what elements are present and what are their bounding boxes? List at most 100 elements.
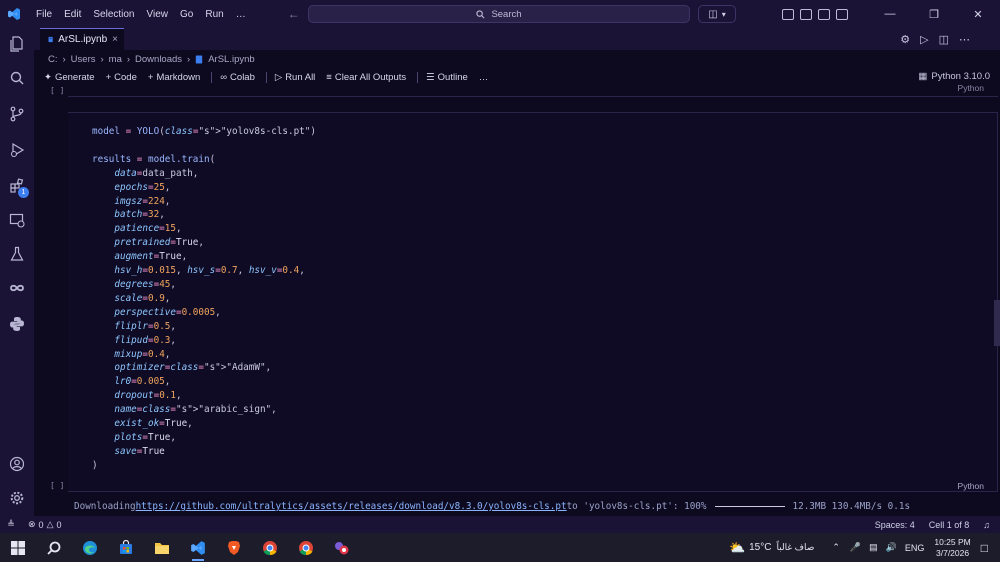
tab-close-icon[interactable]: × [112, 34, 118, 45]
more-actions-icon[interactable]: ⋯ [959, 33, 970, 46]
weather-temp[interactable]: 15°C [749, 542, 771, 553]
weather-description[interactable]: صاف غالباً [776, 542, 814, 553]
code-line[interactable]: flipud=0.3, [92, 334, 316, 348]
toggle-secondary-sidebar-icon[interactable] [836, 8, 848, 20]
add-code-button[interactable]: + Code [106, 72, 137, 83]
code-line[interactable]: mixup=0.4, [92, 348, 316, 362]
code-line[interactable]: augment=True, [92, 250, 316, 264]
run-all-button[interactable]: ▷ Run All [275, 72, 315, 83]
notifications-bell-icon[interactable]: ♫ [983, 520, 990, 530]
infinity-extension-icon[interactable] [7, 278, 27, 298]
menu-go[interactable]: Go [174, 9, 199, 20]
more-toolbar-button[interactable]: … [479, 72, 489, 83]
app-group-icon[interactable] [324, 533, 360, 562]
python-icon[interactable] [7, 314, 27, 334]
tab-arsl-ipynb[interactable]: ArSL.ipynb × [40, 28, 124, 50]
code-line[interactable]: lr0=0.005, [92, 375, 316, 389]
code-editor[interactable]: model = YOLO(class="s">"yolov8s-cls.pt")… [92, 125, 316, 473]
split-editor-icon[interactable]: ◫ [939, 33, 949, 46]
microsoft-store-icon[interactable] [108, 533, 144, 562]
indentation-status[interactable]: Spaces: 4 [875, 520, 915, 530]
input-language[interactable]: ENG [905, 543, 925, 553]
code-cell[interactable]: model = YOLO(class="s">"yolov8s-cls.pt")… [68, 112, 998, 492]
toggle-panel-icon[interactable] [818, 8, 830, 20]
network-icon[interactable]: ▤ [869, 542, 878, 553]
extensions-icon[interactable]: 1 [7, 176, 29, 198]
code-line[interactable]: perspective=0.0005, [92, 306, 316, 320]
explorer-icon[interactable] [7, 34, 27, 54]
code-line[interactable]: batch=32, [92, 208, 316, 222]
code-line[interactable]: data=data_path, [92, 167, 316, 181]
chrome-profile-icon[interactable] [288, 533, 324, 562]
vscode-taskbar-icon[interactable] [180, 533, 216, 562]
breadcrumb-file[interactable]: ArSL.ipynb [208, 54, 254, 65]
back-arrow-icon[interactable]: ← [288, 7, 300, 21]
breadcrumb-drive[interactable]: C: [48, 54, 58, 65]
menu-selection[interactable]: Selection [87, 9, 140, 20]
breadcrumb-downloads[interactable]: Downloads [135, 54, 182, 65]
run-debug-icon[interactable] [7, 140, 27, 160]
cell-language[interactable]: Python [958, 481, 984, 491]
restore-button[interactable]: ❐ [912, 0, 956, 28]
edge-browser-icon[interactable] [72, 533, 108, 562]
windows-start-icon[interactable] [0, 533, 36, 562]
run-icon[interactable]: ▷ [920, 33, 928, 46]
menu-file[interactable]: File [30, 9, 58, 20]
menu-more[interactable]: … [230, 9, 252, 20]
taskbar-clock[interactable]: 10:25 PM 3/7/2026 [934, 537, 970, 559]
code-line[interactable]: results = model.train( [92, 153, 316, 167]
code-line[interactable]: dropout=0.1, [92, 389, 316, 403]
gear-icon[interactable]: ⚙ [900, 33, 910, 46]
microphone-icon[interactable]: 🎤 [850, 542, 861, 553]
output-download-link[interactable]: https://github.com/ultralytics/assets/re… [136, 501, 567, 512]
breadcrumb-users[interactable]: Users [71, 54, 96, 65]
toggle-primary-sidebar-icon[interactable] [800, 8, 812, 20]
code-line[interactable] [92, 139, 316, 153]
colab-button[interactable]: ∞ Colab [220, 72, 255, 83]
clear-all-outputs-button[interactable]: ≡ Clear All Outputs [326, 72, 406, 83]
code-line[interactable]: name=class="s">"arabic_sign", [92, 403, 316, 417]
copilot-button[interactable]: ◫ ▾ [698, 5, 736, 23]
minimize-button[interactable]: — [868, 0, 912, 28]
account-icon[interactable] [7, 454, 27, 474]
editor-scrollbar[interactable] [994, 300, 1000, 346]
code-line[interactable]: model = YOLO(class="s">"yolov8s-cls.pt") [92, 125, 316, 139]
command-center-search[interactable]: Search [308, 5, 690, 23]
source-control-icon[interactable] [7, 104, 27, 124]
settings-gear-icon[interactable] [7, 488, 27, 508]
taskbar-search-icon[interactable] [36, 533, 72, 562]
notifications-icon[interactable]: □ [981, 541, 988, 555]
chrome-browser-icon[interactable] [252, 533, 288, 562]
breadcrumb-user[interactable]: ma [109, 54, 122, 65]
brave-browser-icon[interactable] [216, 533, 252, 562]
search-sidebar-icon[interactable] [7, 68, 27, 88]
code-line[interactable]: hsv_h=0.015, hsv_s=0.7, hsv_v=0.4, [92, 264, 316, 278]
menu-run[interactable]: Run [199, 9, 229, 20]
code-line[interactable]: ) [92, 459, 316, 473]
code-line[interactable]: optimizer=class="s">"AdamW", [92, 361, 316, 375]
testing-flask-icon[interactable] [7, 244, 27, 264]
problems-indicator[interactable]: ⊗ 0 △ 0 [28, 519, 62, 530]
code-line[interactable]: plots=True, [92, 431, 316, 445]
code-line[interactable]: fliplr=0.5, [92, 320, 316, 334]
cell-position-status[interactable]: Cell 1 of 8 [929, 520, 970, 530]
menu-view[interactable]: View [141, 9, 175, 20]
code-line[interactable]: degrees=45, [92, 278, 316, 292]
generate-button[interactable]: ✦ Generate [44, 72, 95, 83]
remote-indicator-icon[interactable]: ≜ [0, 516, 22, 533]
code-line[interactable]: epochs=25, [92, 181, 316, 195]
add-markdown-button[interactable]: + Markdown [148, 72, 200, 83]
tray-overflow-chevron-icon[interactable]: ⌃ [832, 542, 840, 553]
code-line[interactable]: exist_ok=True, [92, 417, 316, 431]
outline-button[interactable]: ☰ Outline [426, 72, 468, 83]
file-explorer-icon[interactable] [144, 533, 180, 562]
code-line[interactable]: imgsz=224, [92, 195, 316, 209]
weather-icon[interactable]: ⛅ [729, 540, 745, 556]
previous-cell-language[interactable]: Python [958, 83, 984, 93]
kernel-picker[interactable]: ▦ Python 3.10.0 [918, 71, 990, 82]
close-window-button[interactable]: ✕ [956, 0, 1000, 28]
volume-icon[interactable]: 🔊 [886, 542, 897, 553]
code-line[interactable]: save=True [92, 445, 316, 459]
code-line[interactable]: pretrained=True, [92, 236, 316, 250]
code-line[interactable]: patience=15, [92, 222, 316, 236]
